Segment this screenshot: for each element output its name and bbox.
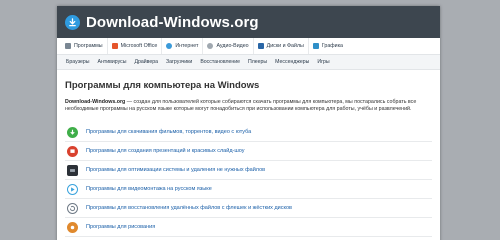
list-item-link[interactable]: Программы для оптимизации системы и удал… (86, 167, 265, 173)
list-item-link[interactable]: Программы для скачивания фильмов, торрен… (86, 129, 251, 135)
list-item-link[interactable]: Программы для видеомонтажа на русском яз… (86, 186, 212, 192)
browser-page: Download-Windows.org Программы Microsoft… (57, 6, 440, 240)
nav-item-recovery[interactable]: Восстановление (196, 59, 244, 65)
nav-item-internet[interactable]: Интернет (162, 38, 204, 54)
download-icon[interactable] (65, 14, 80, 30)
page-title: Программы для компьютера на Windows (65, 80, 260, 91)
optimizer-icon (67, 164, 78, 176)
torrent-icon (67, 126, 78, 138)
nav-item-drivers[interactable]: Драйвера (130, 59, 162, 65)
site-title[interactable]: Download-Windows.org (86, 14, 259, 31)
intro-brand: Download-Windows.org (65, 99, 126, 105)
list-item[interactable]: Программы для оптимизации системы и удал… (65, 161, 432, 180)
drawing-icon (67, 221, 78, 233)
nav-item-programs[interactable]: Программы (61, 38, 108, 54)
nav-item-office[interactable]: Microsoft Office (108, 38, 163, 54)
graphics-icon (312, 43, 319, 49)
main-content: Программы для компьютера на Windows Down… (57, 70, 440, 237)
nav-item-audio-video[interactable]: Аудио-Видео (203, 38, 254, 54)
nav-item-players[interactable]: Плееры (244, 59, 271, 65)
list-item-link[interactable]: Программы для восстановления удалённых ф… (86, 205, 292, 211)
intro-text: Download-Windows.org — создан для пользо… (65, 99, 432, 113)
nav-item-disks-files[interactable]: Диски и Файлы (254, 38, 309, 54)
nav-item-graphics[interactable]: Графика (309, 38, 347, 54)
site-header: Download-Windows.org (57, 6, 440, 38)
recovery-icon (67, 202, 78, 214)
list-item[interactable]: Программы для видеомонтажа на русском яз… (65, 180, 432, 199)
home-icon (65, 43, 71, 49)
list-item[interactable]: Программы для создания презентаций и кра… (65, 142, 432, 161)
list-item-link[interactable]: Программы для создания презентаций и кра… (86, 148, 245, 154)
list-item[interactable]: Программы для восстановления удалённых ф… (65, 199, 432, 218)
list-item[interactable]: Программы для рисования (65, 218, 432, 237)
list-item[interactable]: Программы для скачивания фильмов, торрен… (65, 123, 432, 142)
secondary-nav: Браузеры Антивирусы Драйвера Загрузчики … (57, 55, 440, 70)
media-icon (207, 43, 214, 49)
nav-item-games[interactable]: Игры (313, 59, 333, 65)
primary-nav: Программы Microsoft Office Интернет Ауди… (57, 38, 440, 55)
list-item-link[interactable]: Программы для рисования (86, 224, 155, 230)
globe-icon (166, 43, 173, 49)
disk-icon (257, 43, 264, 49)
nav-item-messengers[interactable]: Мессенджеры (271, 59, 313, 65)
nav-item-browsers[interactable]: Браузеры (62, 59, 94, 65)
nav-item-downloaders[interactable]: Загрузчики (162, 59, 196, 65)
video-icon (67, 183, 78, 195)
nav-item-antivirus[interactable]: Антивирусы (94, 59, 131, 65)
office-icon (111, 43, 118, 49)
presentation-icon (67, 145, 78, 157)
